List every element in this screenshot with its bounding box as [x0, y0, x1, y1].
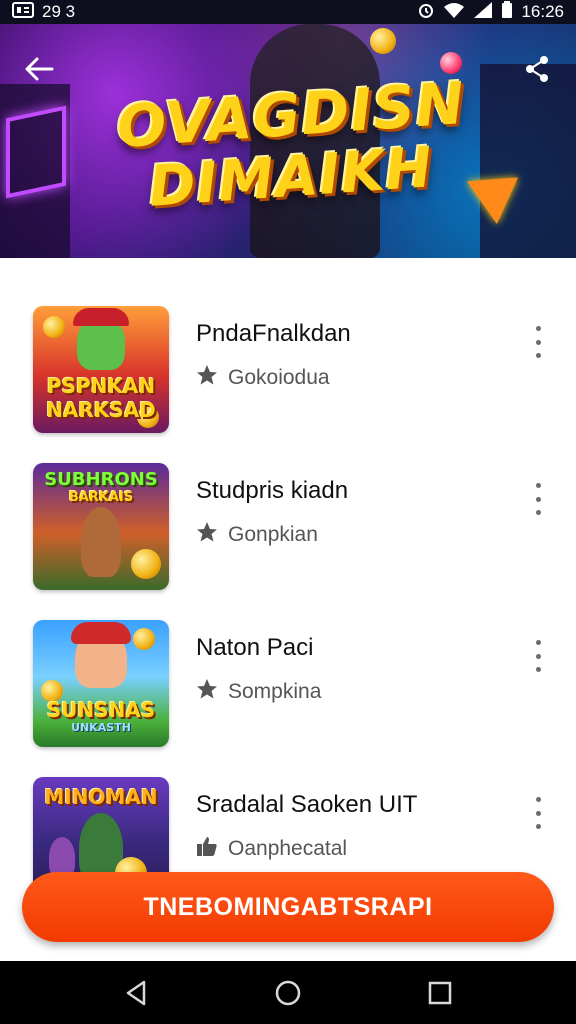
thumbnail-label-bottom: BARKAIS: [68, 490, 134, 505]
item-subtitle-row: Gonpkian: [196, 521, 318, 549]
star-icon: [196, 364, 218, 392]
thumbnail-label-top: SUBHRONS: [44, 469, 158, 490]
coin-icon: [370, 28, 396, 54]
more-options-icon[interactable]: [526, 795, 550, 831]
game-thumbnail[interactable]: SUBHRONS BARKAIS: [33, 463, 169, 590]
item-subtitle-row: Sompkina: [196, 678, 321, 706]
item-subtitle: Gonpkian: [228, 523, 318, 546]
coin-icon: [43, 316, 65, 338]
thumbnail-label-top: PSPNKAN: [46, 374, 156, 398]
item-subtitle: Oanphecatal: [228, 837, 348, 860]
header-banner: OVAGDISN DIMAIKH: [0, 24, 576, 258]
game-thumbnail[interactable]: SUNSNAS UNKASTH: [33, 620, 169, 747]
item-title: PndaFnalkdan: [196, 320, 351, 347]
wifi-icon: [443, 1, 465, 24]
star-icon: [196, 521, 218, 549]
system-nav-bar: [0, 961, 576, 1024]
item-title: Sradalal Saoken UIT: [196, 791, 418, 818]
thumbnail-label-top: SUNSNAS: [46, 698, 156, 722]
banner-title: OVAGDISN DIMAIKH: [96, 69, 486, 220]
status-left-text: 29 3: [42, 2, 76, 21]
list-item[interactable]: PSPNKAN NARKSAD PndaFnalkdan Gokoiodua: [0, 296, 576, 453]
star-icon: [196, 678, 218, 706]
nav-home-icon[interactable]: [272, 977, 304, 1009]
primary-cta-button[interactable]: TNEBOMINGABTSRAPI: [22, 872, 554, 942]
nav-recents-icon[interactable]: [424, 977, 456, 1009]
status-right: 16:26: [417, 0, 564, 24]
status-left: 29 3: [12, 1, 76, 23]
thumbnail-label-top: MINOMAN: [44, 785, 158, 809]
thumbnail-character: [81, 507, 121, 577]
item-subtitle-row: Gokoiodua: [196, 364, 330, 392]
thumbnail-character-secondary: [49, 837, 75, 877]
game-thumbnail[interactable]: PSPNKAN NARKSAD: [33, 306, 169, 433]
battery-icon: [501, 0, 513, 24]
signal-icon: [473, 1, 493, 24]
list-item[interactable]: SUBHRONS BARKAIS Studpris kiadn Gonpkian: [0, 453, 576, 610]
item-title: Studpris kiadn: [196, 477, 349, 504]
neon-sign-decoration: [6, 105, 66, 199]
alarm-icon: [417, 1, 435, 24]
game-list: PSPNKAN NARKSAD PndaFnalkdan Gokoiodua S…: [0, 296, 576, 924]
coin-icon: [131, 549, 161, 579]
thumbnail-label-bottom: NARKSAD: [46, 398, 156, 422]
more-options-icon[interactable]: [526, 324, 550, 360]
item-title: Naton Paci: [196, 634, 314, 661]
thumbnail-label-bottom: UNKASTH: [71, 721, 131, 734]
list-item[interactable]: SUNSNAS UNKASTH Naton Paci Sompkina: [0, 610, 576, 767]
app-screen: 29 3 16:26 OVAGDISN DIMAIKH PSPNKAN NARK…: [0, 0, 576, 1024]
status-bar: 29 3 16:26: [0, 0, 576, 24]
thumbnail-hair: [71, 622, 131, 644]
item-subtitle-row: Oanphecatal: [196, 835, 347, 863]
share-icon[interactable]: [520, 52, 554, 86]
nav-back-icon[interactable]: [120, 977, 152, 1009]
more-options-icon[interactable]: [526, 481, 550, 517]
thumbs-up-icon: [196, 835, 218, 863]
notification-icon: [12, 1, 34, 23]
more-options-icon[interactable]: [526, 638, 550, 674]
thumbnail-hat: [73, 308, 129, 326]
item-subtitle: Sompkina: [228, 680, 322, 703]
back-arrow-icon[interactable]: [22, 52, 56, 86]
status-time: 16:26: [521, 2, 564, 21]
coin-icon: [133, 628, 155, 650]
item-subtitle: Gokoiodua: [228, 366, 330, 389]
